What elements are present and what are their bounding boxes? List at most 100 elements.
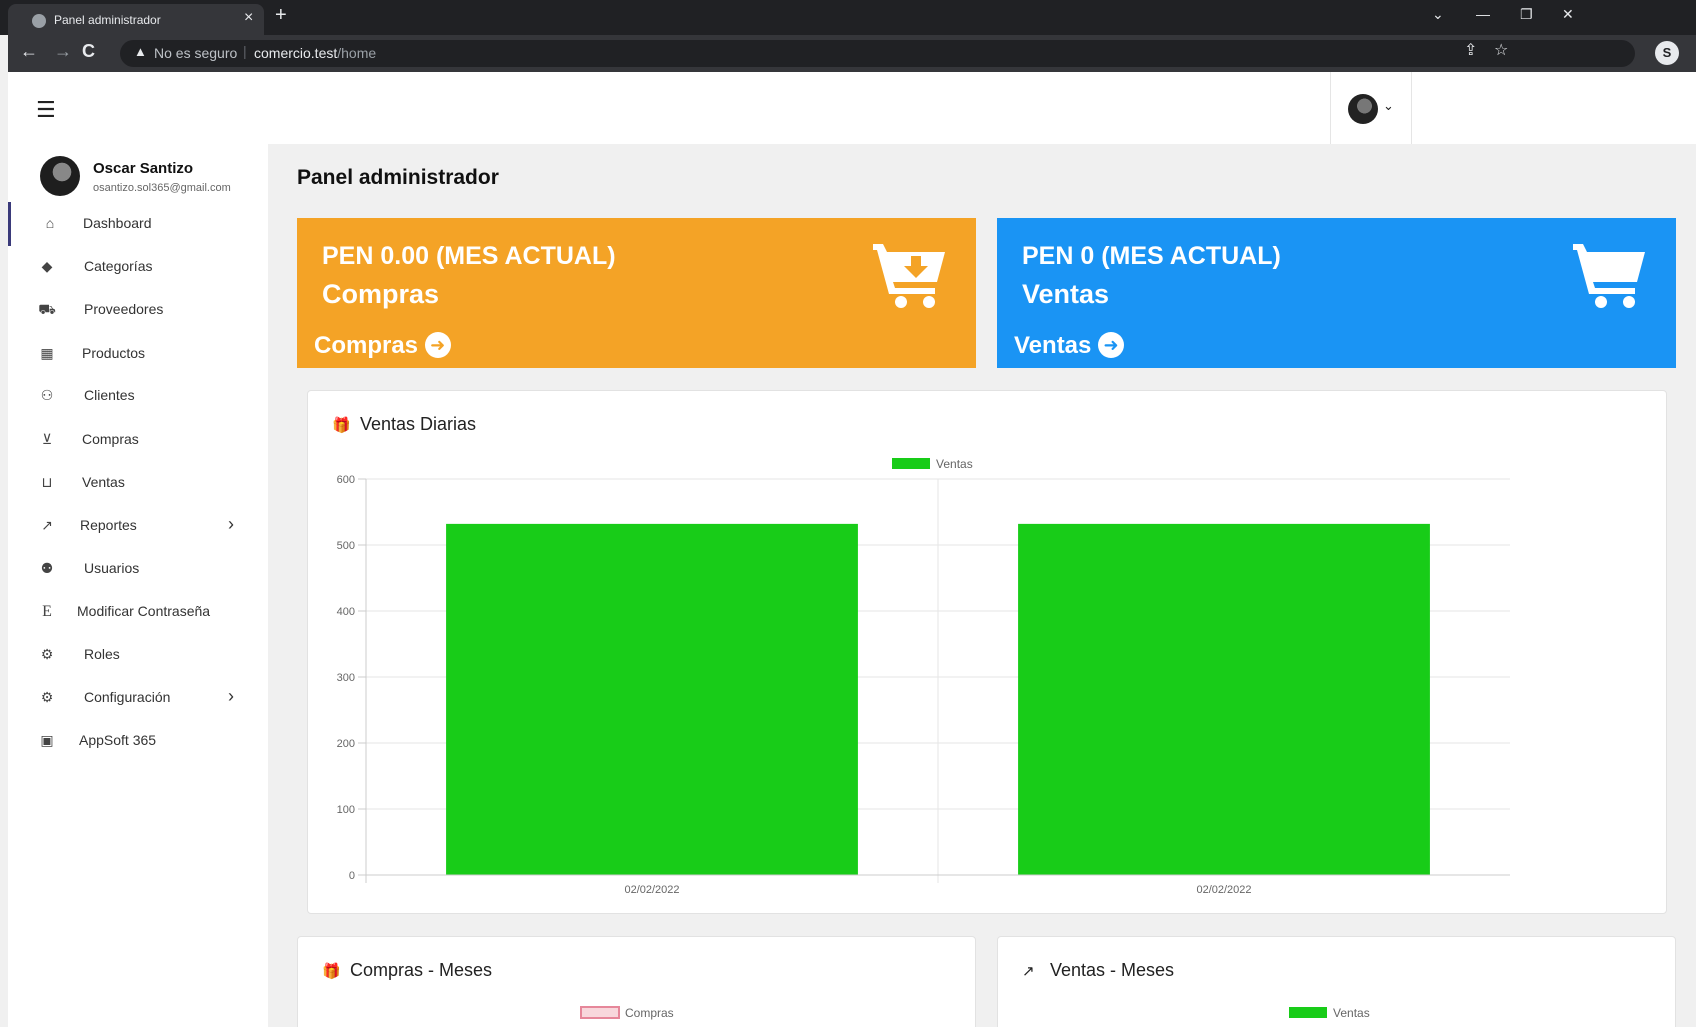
sidebar-item-configuracion[interactable]: ⚙ Configuración › [8,676,268,720]
sidebar-item-usuarios[interactable]: ⚉ Usuarios [8,547,268,591]
ventas-diarias-chart: Ventas 0 100 200 300 400 500 600 02/02/2022 02/02… [337,457,1510,896]
arrow-circle-right-icon: ➜ [424,332,451,358]
forward-icon[interactable]: → [54,41,72,62]
close-tab-icon[interactable]: × [244,9,253,27]
sidebar-item-label: Usuarios [84,560,140,576]
security-label[interactable]: No es seguro [154,45,237,61]
back-icon[interactable]: ← [20,41,38,62]
sidebar-item-dashboard[interactable]: ⌂ Dashboard [8,202,268,246]
sidebar-item-label: Compras [82,431,139,447]
avatar [40,156,80,196]
users-icon: ⚇ [40,387,54,403]
home-icon: ⌂ [45,215,55,231]
ventas-meses-panel: ↗ Ventas - Meses Ventas [997,936,1676,1027]
user-name: Oscar Santizo [93,160,194,177]
boxes-icon: ▦ [40,345,54,361]
address-bar-row: ← → C ▲ No es seguro | comercio.test/hom… [8,35,1696,72]
sidebar-item-label: Configuración [84,689,171,705]
chart-line-icon: ↗ [1022,963,1035,980]
compras-meses-chart: Compras [580,1006,674,1020]
legend-label: Ventas [936,457,973,471]
bar [446,523,858,875]
reload-icon[interactable]: C [82,41,95,62]
panel-title: ↗ Ventas - Meses [1022,960,1175,980]
page-title: Panel administrador [297,166,499,189]
url-path: /home [337,45,377,61]
y-tick-label: 100 [337,804,355,816]
sidebar-item-ventas[interactable]: ⊔ Ventas [8,461,268,505]
browser-tab-title: Panel administrador [54,13,161,27]
legend-label: Compras [625,1006,674,1020]
x-tick-label: 02/02/2022 [1196,884,1251,896]
url-text: comercio.test/home [254,45,376,61]
sidebar-item-label: Categorías [84,258,153,274]
letter-e-icon: E [42,603,52,620]
sidebar-item-label: Dashboard [83,215,152,231]
ventas-link[interactable]: Ventas ➜ [1014,332,1125,360]
y-tick-label: 200 [337,738,355,750]
url-field[interactable]: ▲ No es seguro | comercio.test/home [120,40,1635,67]
cart-icon: ⊔ [41,474,53,490]
user-gear-icon: ⚙ [40,646,54,662]
x-tick-label: 02/02/2022 [624,884,679,896]
sidebar-item-label: Proveedores [84,301,164,317]
y-tick-label: 500 [337,540,355,552]
globe-icon [32,14,46,28]
user-group-icon: ⚉ [40,560,54,576]
sidebar-item-label: Productos [82,345,146,361]
restore-icon[interactable]: ❐ [1520,6,1533,23]
sidebar-item-label: AppSoft 365 [79,732,157,748]
cart-arrow-down-icon: ⊻ [41,431,53,447]
sidebar-item-categorias[interactable]: ◆ Categorías [8,245,268,289]
sidebar-item-reportes[interactable]: ↗ Reportes › [8,504,268,548]
user-email: osantizo.sol365@gmail.com [93,182,231,194]
chevron-right-icon: › [228,686,234,706]
sidebar-item-productos[interactable]: ▦ Productos [8,332,268,376]
panel-title: 🎁 Compras - Meses [322,960,493,980]
legend-swatch [1289,1007,1327,1018]
legend-label: Ventas [1333,1006,1370,1020]
compras-summary-card: PEN 0.00 (MES ACTUAL) Compras Compras ➜ [297,218,976,368]
address-book-icon: ▣ [40,732,54,748]
sidebar-item-roles[interactable]: ⚙ Roles [8,633,268,677]
compras-link[interactable]: Compras ➜ [314,332,451,360]
sidebar-item-clientes[interactable]: ⚇ Clientes [8,374,268,418]
user-dropdown[interactable]: ⌄ [1330,72,1412,144]
sidebar-item-compras[interactable]: ⊻ Compras [8,418,268,462]
y-tick-label: 0 [349,870,355,882]
arrow-circle-right-icon: ➜ [1098,332,1125,358]
compras-meses-panel: 🎁 Compras - Meses Compras [297,936,976,1027]
ventas-diarias-panel: 🎁 Ventas Diarias Ventas 0 100 200 300 400 500 60… [307,390,1667,914]
sidebar: Oscar Santizo osantizo.sol365@gmail.com … [8,144,268,1027]
url-host: comercio.test [254,45,338,61]
truck-icon: ⛟ [38,301,56,317]
sidebar-item-modificar-contrasena[interactable]: E Modificar Contraseña [8,590,268,634]
cart-download-icon [873,244,945,308]
browser-profile-icon[interactable]: S [1655,41,1679,65]
sidebar-item-label: Reportes [80,517,137,533]
chart-line-icon: ↗ [41,517,53,533]
tags-icon: ◆ [41,258,53,274]
minimize-icon[interactable]: — [1476,6,1490,22]
close-window-icon[interactable]: ✕ [1562,6,1574,23]
warning-icon: ▲ [134,44,147,59]
bookmark-star-icon[interactable]: ☆ [1494,40,1508,60]
gift-icon: 🎁 [332,417,351,434]
sidebar-item-appsoft[interactable]: ▣ AppSoft 365 [8,719,268,763]
browser-tab-bar: Panel administrador × + ⌄ — ❐ ✕ [0,0,1696,35]
ventas-summary-card: PEN 0 (MES ACTUAL) Ventas Ventas ➜ [997,218,1676,368]
new-tab-icon[interactable]: + [275,4,287,27]
ventas-meses-chart: Ventas [1289,1006,1370,1020]
y-tick-label: 400 [337,606,355,618]
sidebar-item-label: Clientes [84,387,135,403]
gift-icon: 🎁 [322,963,341,980]
hamburger-menu-icon[interactable]: ☰ [36,97,56,123]
tab-search-icon[interactable]: ⌄ [1432,6,1444,23]
legend-swatch [892,458,930,469]
share-icon[interactable]: ⇪ [1464,40,1477,60]
browser-tab[interactable]: Panel administrador × [8,4,264,35]
card-amount: PEN 0.00 (MES ACTUAL) [322,242,616,270]
y-tick-label: 600 [337,474,355,486]
sidebar-item-label: Roles [84,646,120,662]
sidebar-item-proveedores[interactable]: ⛟ Proveedores [8,288,268,332]
